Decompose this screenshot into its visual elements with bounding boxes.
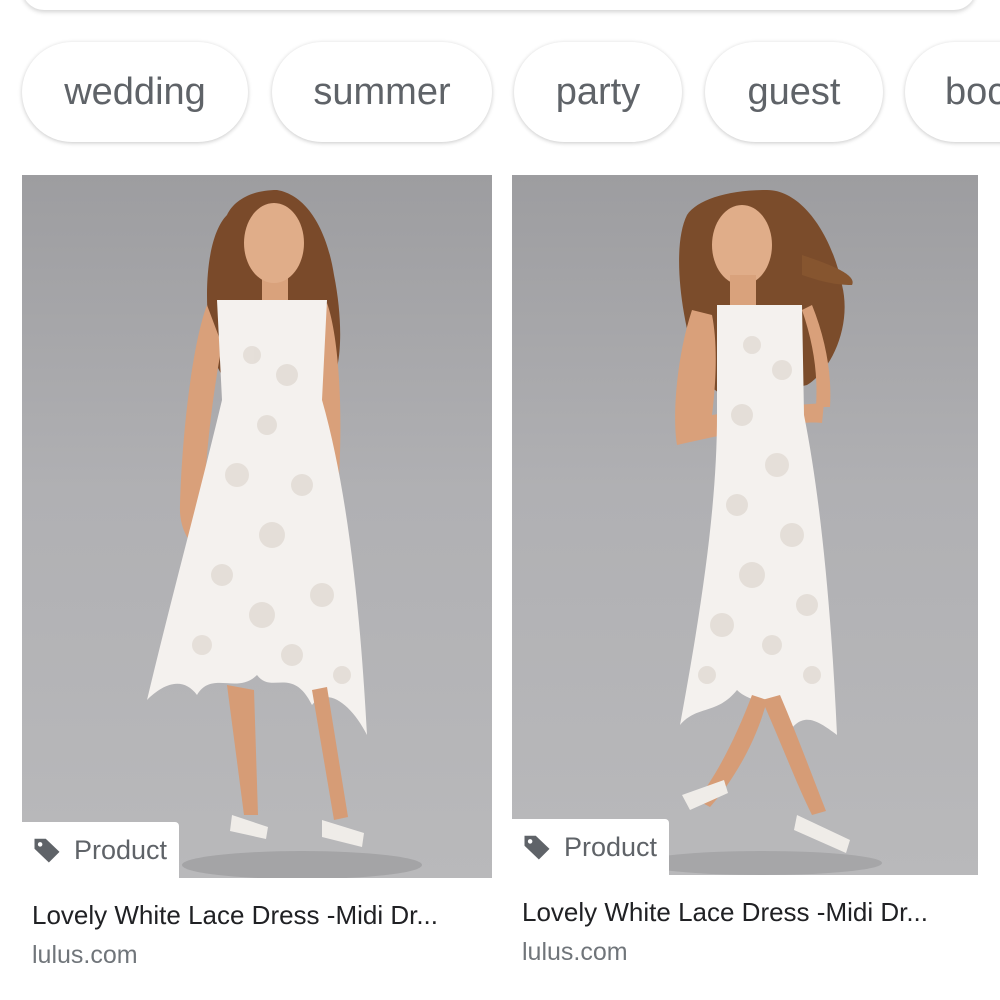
tag-icon [522, 832, 552, 862]
chip-summer[interactable]: summer [272, 42, 492, 142]
product-badge-label: Product [74, 834, 168, 865]
model-photo [642, 190, 882, 875]
result-card[interactable]: Product Lovely White Lace Dress -Midi Dr… [22, 175, 492, 970]
result-domain: lulus.com [522, 938, 628, 966]
tag-icon [32, 835, 62, 865]
result-thumbnail[interactable]: Product [22, 175, 492, 878]
result-title[interactable]: Lovely White Lace Dress -Midi Dr... [522, 897, 972, 928]
result-title[interactable]: Lovely White Lace Dress -Midi Dr... [32, 900, 482, 931]
search-bar[interactable] [22, 0, 976, 10]
product-badge: Product [512, 819, 670, 875]
image-search-results-page: wedding summer party guest boc Product L… [0, 0, 1000, 1000]
chip-guest[interactable]: guest [705, 42, 883, 142]
result-thumbnail[interactable]: Product [512, 175, 978, 875]
result-card[interactable]: Product Lovely White Lace Dress -Midi Dr… [512, 175, 978, 967]
product-badge: Product [22, 822, 180, 878]
product-badge-label: Product [564, 831, 658, 862]
chip-partial[interactable]: boc [905, 42, 1000, 142]
result-domain: lulus.com [32, 941, 138, 969]
chip-party[interactable]: party [514, 42, 682, 142]
refinement-chips-row: wedding summer party guest boc [0, 38, 1000, 148]
model-photo [147, 190, 422, 878]
chip-wedding[interactable]: wedding [22, 42, 248, 142]
